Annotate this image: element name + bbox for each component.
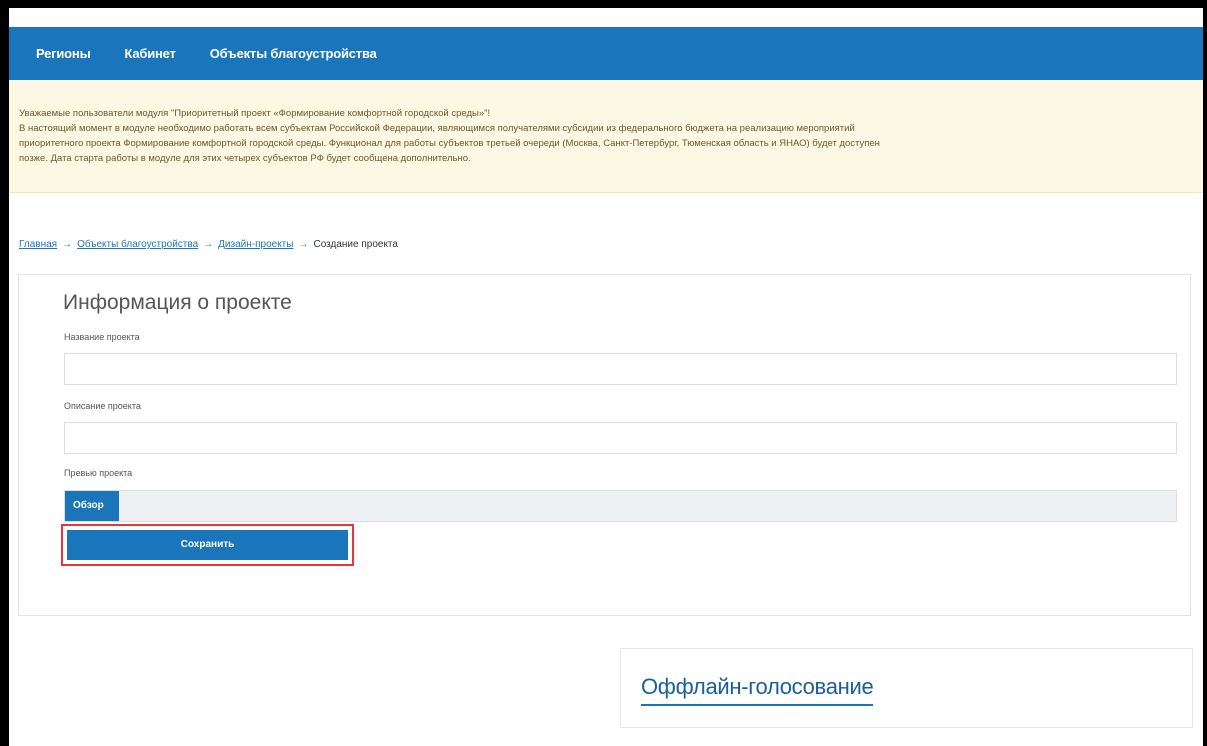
top-navigation: Регионы Кабинет Объекты благоустройства <box>9 27 1203 80</box>
project-info-panel: Информация о проекте Название проекта Оп… <box>18 274 1191 616</box>
breadcrumb-current: Создание проекта <box>313 239 398 250</box>
breadcrumb-home[interactable]: Главная <box>19 239 57 250</box>
breadcrumb-objects[interactable]: Объекты благоустройства <box>77 239 198 250</box>
browse-button[interactable]: Обзор <box>65 491 119 521</box>
breadcrumb-separator: → <box>298 239 309 250</box>
breadcrumb: Главная → Объекты благоустройства → Дизайн-п… <box>19 235 1203 255</box>
notice-line: приоритетного проекта Формирование комфо… <box>19 138 880 149</box>
save-button-highlight: Сохранить <box>61 524 354 566</box>
notice-line: Уважаемые пользователи модуля "Приоритет… <box>19 108 491 119</box>
save-button[interactable]: Сохранить <box>67 530 348 560</box>
file-upload-field[interactable]: Обзор <box>64 490 1177 522</box>
nav-regions[interactable]: Регионы <box>36 46 91 61</box>
breadcrumb-separator: → <box>203 239 214 250</box>
panel-title: Информация о проекте <box>63 291 292 314</box>
nav-improvement-objects[interactable]: Объекты благоустройства <box>210 46 377 61</box>
notice-line: В настоящий момент в модуле необходимо р… <box>19 123 855 134</box>
project-description-input[interactable] <box>64 422 1177 454</box>
breadcrumb-design-projects[interactable]: Дизайн-проекты <box>218 239 293 250</box>
top-spacer <box>9 8 1203 27</box>
offline-voting-panel: Оффлайн-голосование <box>620 648 1193 728</box>
breadcrumb-separator: → <box>62 239 73 250</box>
offline-voting-title[interactable]: Оффлайн-голосование <box>641 674 874 706</box>
project-name-input[interactable] <box>64 353 1177 385</box>
app-window: Регионы Кабинет Объекты благоустройства … <box>0 0 1207 746</box>
project-preview-label: Превью проекта <box>64 468 133 478</box>
project-description-label: Описание проекта <box>64 401 141 411</box>
info-notice: Уважаемые пользователи модуля "Приоритет… <box>9 80 1203 193</box>
notice-line: позже. Дата старта работы в модуле для э… <box>19 153 471 164</box>
project-name-label: Название проекта <box>64 332 140 342</box>
nav-cabinet[interactable]: Кабинет <box>124 46 175 61</box>
